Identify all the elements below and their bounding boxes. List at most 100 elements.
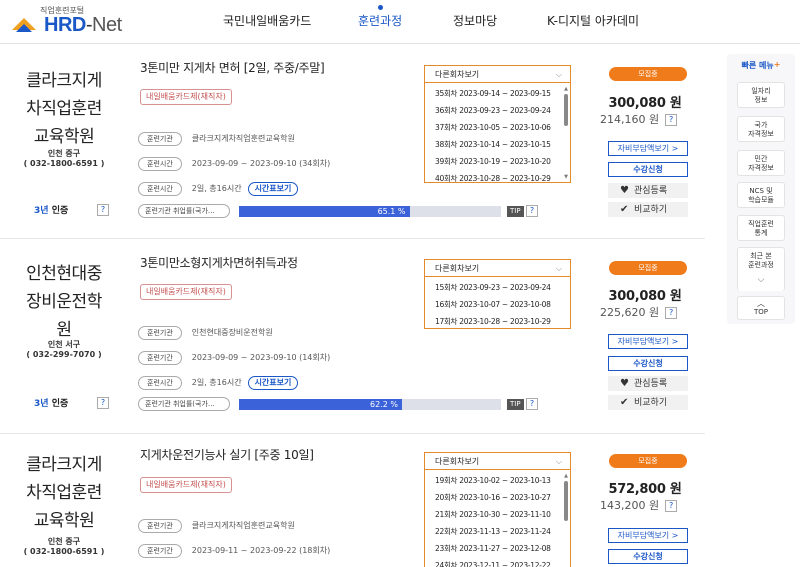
price: 300,080 원 bbox=[608, 96, 682, 111]
quick-item-line: 통계 bbox=[754, 229, 768, 237]
round-item[interactable]: 20회차 2023-10-16 ~ 2023-10-27 bbox=[425, 489, 570, 506]
round-item[interactable]: 37회차 2023-10-05 ~ 2023-10-06 bbox=[425, 119, 570, 136]
nav-item-info[interactable]: 정보마당 bbox=[453, 12, 497, 29]
course-card: 인천현대중 장비운전학 원 인천 서구 ( 032-299-7070 ) 3년 … bbox=[0, 240, 705, 434]
org-name[interactable]: 인천현대중 장비운전학 원 bbox=[10, 260, 118, 344]
top-button[interactable]: ︿ TOP bbox=[737, 296, 785, 320]
info-label: 훈련기관 bbox=[138, 325, 182, 340]
other-rounds-select[interactable]: 다른회차보기 ⌵ 15회차 2023-09-23 ~ 2023-09-24 16회… bbox=[424, 259, 571, 329]
compare-button[interactable]: ✔ 비교하기 bbox=[608, 202, 688, 217]
round-item[interactable]: 16회차 2023-10-07 ~ 2023-10-08 bbox=[425, 296, 570, 313]
round-item[interactable]: 15회차 2023-09-23 ~ 2023-09-24 bbox=[425, 279, 570, 296]
rounds-list: 35회차 2023-09-14 ~ 2023-09-15 36회차 2023-0… bbox=[425, 83, 570, 187]
tip-badge[interactable]: TIP bbox=[507, 399, 524, 410]
org-phone: ( 032-299-7070 ) bbox=[26, 350, 102, 359]
heart-icon: ♥ bbox=[620, 378, 629, 389]
price-help-icon[interactable]: ? bbox=[665, 500, 678, 512]
rate-text: 65.1 % bbox=[377, 207, 406, 216]
price-help-icon[interactable]: ? bbox=[665, 307, 678, 319]
chevron-down-icon: ⌵ bbox=[757, 275, 765, 285]
quick-item-recent[interactable]: 최근 본 훈련과정 ⌵ bbox=[737, 247, 785, 291]
rate-help-icon[interactable]: ? bbox=[526, 398, 538, 410]
scroll-down-icon[interactable]: ▼ bbox=[563, 174, 569, 180]
like-button[interactable]: ♥ 관심등록 bbox=[608, 183, 688, 198]
course-title[interactable]: 지게차운전기능사 실기 [주중 10일] bbox=[140, 446, 314, 463]
rate-help-icon[interactable]: ? bbox=[526, 205, 538, 217]
like-label: 관심등록 bbox=[634, 186, 668, 196]
timetable-button[interactable]: 시간표보기 bbox=[247, 181, 299, 196]
self-pay-button[interactable]: 자비부담액보기 > bbox=[608, 528, 688, 543]
cert-help-icon[interactable]: ? bbox=[97, 204, 109, 216]
round-item[interactable]: 23회차 2023-11-27 ~ 2023-12-08 bbox=[425, 540, 570, 557]
card-type-tag: 내일배움카드제(재직자) bbox=[140, 477, 232, 493]
self-pay-button[interactable]: 자비부담액보기 > bbox=[608, 334, 688, 349]
other-rounds-header[interactable]: 다른회차보기 ⌵ bbox=[425, 260, 570, 277]
round-item[interactable]: 21회차 2023-10-30 ~ 2023-11-10 bbox=[425, 506, 570, 523]
timetable-button[interactable]: 시간표보기 bbox=[247, 375, 299, 390]
info-value: 2023-09-09 ~ 2023-09-10 (14회차) bbox=[191, 353, 331, 362]
round-item[interactable]: 19회차 2023-10-02 ~ 2023-10-13 bbox=[425, 472, 570, 489]
info-row-hours: 훈련시간 2일, 총16시간 시간표보기 bbox=[138, 178, 299, 196]
info-value: 2일, 총16시간 bbox=[191, 378, 242, 387]
quick-item-jobs[interactable]: 일자리 정보 bbox=[737, 82, 785, 108]
apply-button[interactable]: 수강신청 bbox=[608, 549, 688, 564]
course-title[interactable]: 3톤미만소형지게차면허취득과정 bbox=[140, 254, 298, 271]
quick-item-line: 정보 bbox=[754, 96, 768, 104]
round-item[interactable]: 39회차 2023-10-19 ~ 2023-10-20 bbox=[425, 153, 570, 170]
nav-item-kdigital[interactable]: K-디지털 아카데미 bbox=[547, 12, 639, 29]
quick-menu-title: 빠른 메뉴+ bbox=[727, 60, 795, 71]
other-rounds-select[interactable]: 다른회차보기 ⌵ 35회차 2023-09-14 ~ 2023-09-15 36회… bbox=[424, 65, 571, 183]
other-rounds-select[interactable]: 다른회차보기 ⌵ 19회차 2023-10-02 ~ 2023-10-13 20회… bbox=[424, 452, 571, 567]
tip-badge[interactable]: TIP bbox=[507, 206, 524, 217]
cert-badge: 3년 인증 bbox=[34, 203, 68, 216]
quick-item-national-cert[interactable]: 국가 자격정보 bbox=[737, 116, 785, 142]
info-value: 2023-09-09 ~ 2023-09-10 (34회차) bbox=[191, 159, 331, 168]
price-help-icon[interactable]: ? bbox=[665, 114, 678, 126]
rounds-scrollbar[interactable]: ▲ bbox=[563, 473, 569, 563]
price: 300,080 원 bbox=[608, 289, 682, 304]
apply-button[interactable]: 수강신청 bbox=[608, 162, 688, 177]
nav-active-dot bbox=[378, 5, 384, 10]
price: 572,800 원 bbox=[608, 482, 682, 497]
heart-icon: ♥ bbox=[620, 185, 629, 196]
info-label: 훈련기관 bbox=[138, 131, 182, 146]
quick-menu-title-text: 빠른 메뉴 bbox=[741, 61, 774, 70]
course-title[interactable]: 3톤미만 지게차 면허 [2일, 주중/주말] bbox=[140, 59, 325, 76]
self-pay-price: 143,200 원? bbox=[600, 497, 690, 513]
like-button[interactable]: ♥ 관심등록 bbox=[608, 376, 688, 391]
info-label: 훈련기관 bbox=[138, 518, 182, 533]
chevron-down-icon: ⌵ bbox=[555, 70, 562, 79]
round-item[interactable]: 22회차 2023-11-13 ~ 2023-11-24 bbox=[425, 523, 570, 540]
nav-item-card[interactable]: 국민내일배움카드 bbox=[223, 12, 311, 29]
info-value: 클라크지게차직업훈련교육학원 bbox=[191, 521, 295, 530]
info-value: 2일, 총16시간 bbox=[191, 184, 242, 193]
scroll-thumb[interactable] bbox=[564, 481, 568, 521]
quick-item-ncs[interactable]: NCS 및 학습모듈 bbox=[737, 182, 785, 208]
chevron-up-icon: ︿ bbox=[757, 299, 765, 308]
round-item[interactable]: 38회차 2023-10-14 ~ 2023-10-15 bbox=[425, 136, 570, 153]
scroll-thumb[interactable] bbox=[564, 94, 568, 126]
scroll-up-icon[interactable]: ▲ bbox=[563, 473, 569, 479]
other-rounds-header[interactable]: 다른회차보기 ⌵ bbox=[425, 66, 570, 83]
quick-item-stats[interactable]: 직업훈련 통계 bbox=[737, 215, 785, 241]
compare-label: 비교하기 bbox=[634, 398, 668, 408]
org-name-line: 교육학원 bbox=[33, 127, 95, 147]
compare-button[interactable]: ✔ 비교하기 bbox=[608, 395, 688, 410]
cert-help-icon[interactable]: ? bbox=[97, 397, 109, 409]
other-rounds-header[interactable]: 다른회차보기 ⌵ bbox=[425, 453, 570, 470]
org-name[interactable]: 클라크지게 차직업훈련 교육학원 bbox=[10, 451, 118, 535]
round-item[interactable]: 24회차 2023-12-11 ~ 2023-12-22 bbox=[425, 557, 570, 567]
self-pay-button[interactable]: 자비부담액보기 > bbox=[608, 141, 688, 156]
round-item[interactable]: 36회차 2023-09-23 ~ 2023-09-24 bbox=[425, 102, 570, 119]
quick-item-private-cert[interactable]: 민간 자격정보 bbox=[737, 150, 785, 176]
round-item[interactable]: 40회차 2023-10-28 ~ 2023-10-29 bbox=[425, 170, 570, 187]
other-rounds-label: 다른회차보기 bbox=[435, 457, 480, 466]
org-name[interactable]: 클라크지게 차직업훈련 교육학원 bbox=[10, 67, 118, 151]
round-item[interactable]: 17회차 2023-10-28 ~ 2023-10-29 bbox=[425, 313, 570, 330]
nav-item-training[interactable]: 훈련과정 bbox=[358, 5, 402, 29]
apply-button[interactable]: 수강신청 bbox=[608, 356, 688, 371]
scroll-up-icon[interactable]: ▲ bbox=[563, 86, 569, 92]
info-row-org: 훈련기관 클라크지게차직업훈련교육학원 bbox=[138, 128, 295, 146]
rounds-scrollbar[interactable]: ▲ ▼ bbox=[563, 86, 569, 180]
round-item[interactable]: 35회차 2023-09-14 ~ 2023-09-15 bbox=[425, 85, 570, 102]
